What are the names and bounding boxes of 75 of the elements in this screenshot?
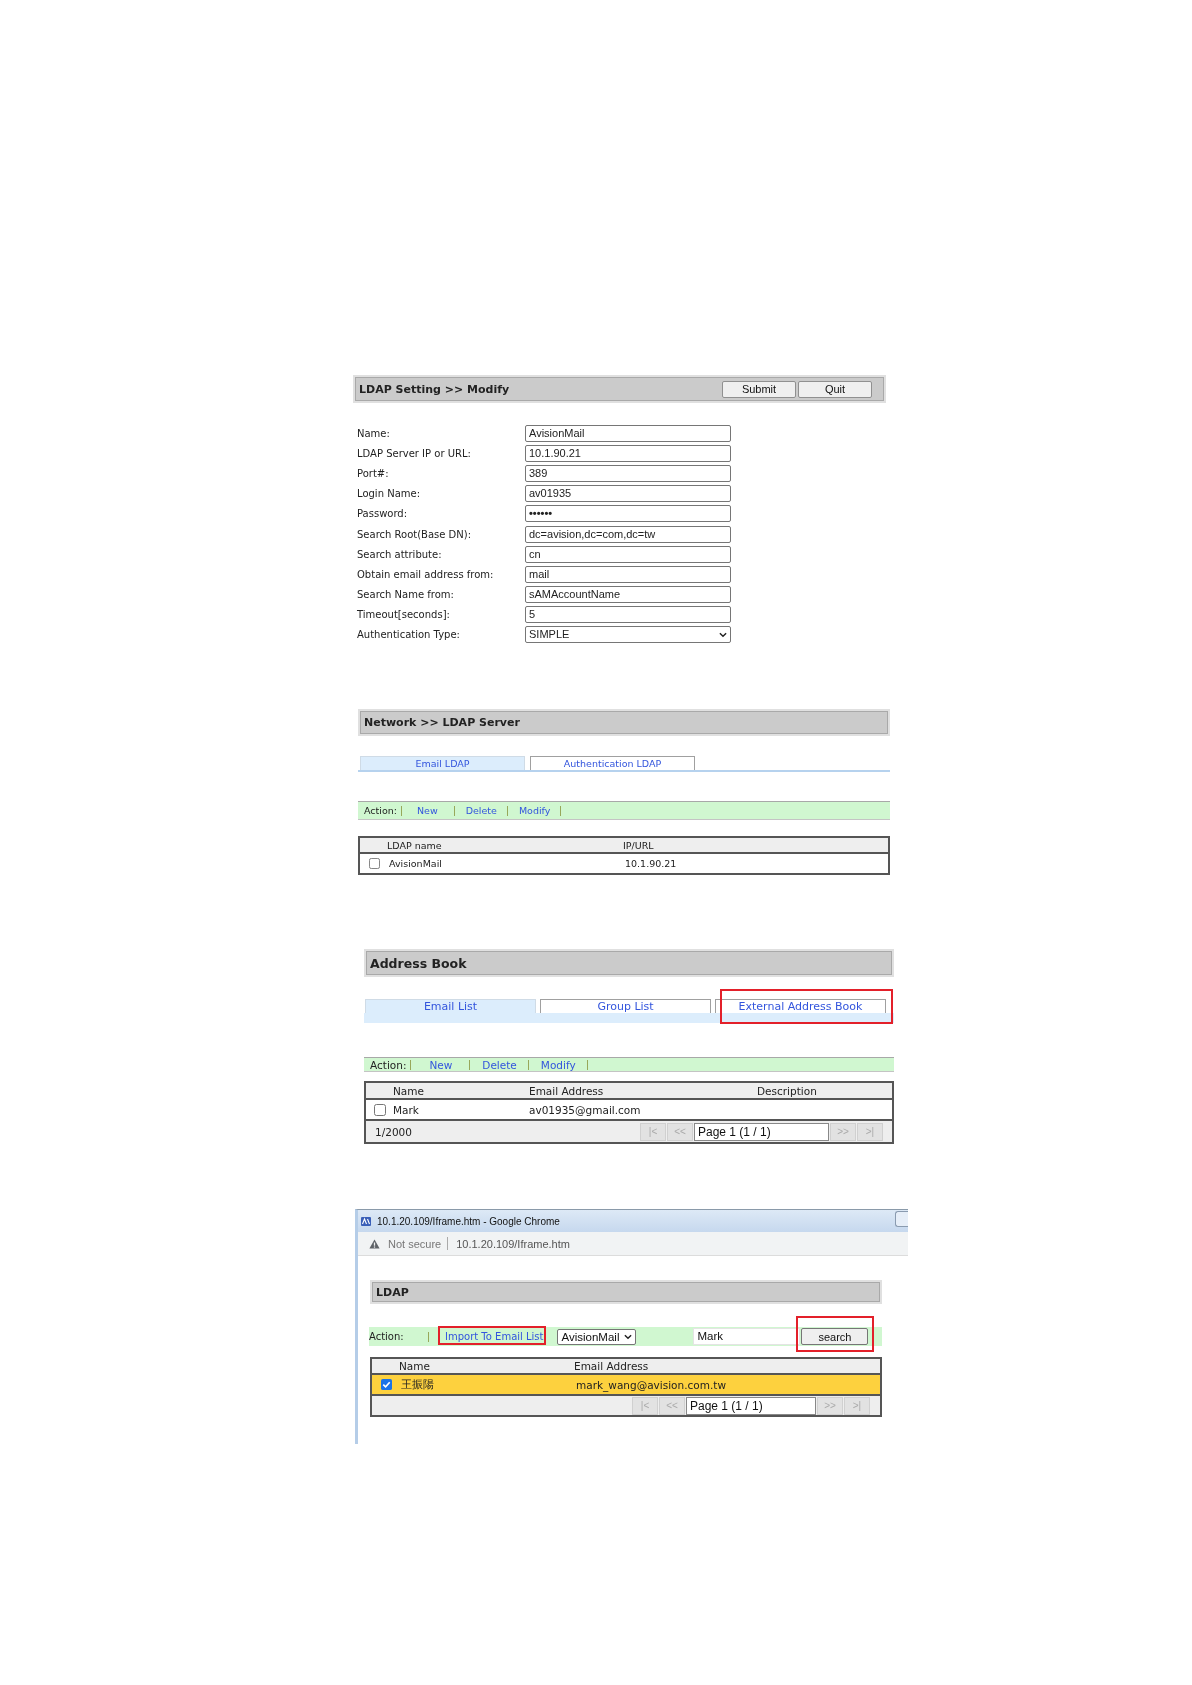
logo-icon [361,1216,371,1226]
tab[interactable]: External Address Book [715,999,886,1014]
text-field[interactable]: cn [525,545,731,563]
text-field[interactable]: 389 [525,464,731,482]
column-header: IP/URL [623,839,655,851]
action-link[interactable]: New [401,805,454,817]
address-bar[interactable]: Not secure 10.1.20.109/Iframe.htm [358,1232,908,1257]
chevron-down-icon [719,631,727,638]
column-header: Description [757,1084,818,1097]
action-label: Action: [370,1058,407,1071]
section-title: Network >> LDAP Server [364,716,520,730]
table-row[interactable]: 王振陽 mark_wang@avision.com.tw [372,1373,880,1395]
search-field[interactable]: Mark [693,1328,801,1346]
table-cell-text: mark_wang@avision.com.tw [575,1378,727,1391]
page-field[interactable]: Page 1 (1 / 1) [686,1396,816,1415]
row-checkbox[interactable] [374,1103,386,1116]
field-label: Password: [357,508,409,520]
action-label: Action: [364,805,397,817]
action-link[interactable]: Modify [528,1058,587,1071]
select-field[interactable]: SIMPLE [525,626,731,644]
column-header: Email Address [529,1084,605,1097]
text-field[interactable]: mail [525,565,731,583]
field-label: Timeout[seconds]: [357,609,451,621]
field-label: Name: [357,427,391,439]
page-field[interactable]: Page 1 (1 / 1) [694,1122,829,1141]
chevron-down-icon [624,1333,633,1340]
text-field[interactable]: dc=avision,dc=com,dc=tw [525,525,731,543]
field-label: Port#: [357,467,390,479]
action-label: Action: [369,1331,405,1343]
field-label: Obtain email address from: [357,568,495,580]
column-header: Name [399,1360,431,1373]
column-header: LDAP name [387,839,443,851]
action-link[interactable]: Delete [454,805,507,817]
field-label: Search Root(Base DN): [357,528,473,540]
table-cell-text: AvisionMail [388,858,443,870]
search-button[interactable]: search [801,1328,869,1346]
text-field[interactable]: 5 [525,606,731,624]
tab[interactable]: Group List [540,999,711,1014]
field-label: Search attribute: [357,548,443,560]
url-text: 10.1.20.109/Iframe.htm [456,1237,570,1250]
field-label: Login Name: [357,488,422,500]
table-cell-text: Mark [393,1103,420,1116]
import-link[interactable]: Import To Email List [445,1331,544,1343]
text-field[interactable]: 10.1.90.21 [525,444,731,462]
tab[interactable]: Authentication LDAP [530,756,695,771]
source-select[interactable]: AvisionMail [557,1328,637,1345]
row-checkbox[interactable] [381,1379,392,1391]
column-header: Name [393,1084,425,1097]
field-label: Search Name from: [357,589,455,601]
password-field[interactable]: •••••• [525,505,731,523]
action-link[interactable]: New [411,1058,470,1071]
section-title: Address Book [370,955,467,971]
header-button[interactable]: Submit [722,380,796,398]
table-cell-text: 王振陽 [400,1377,435,1393]
table-cell-text: 10.1.90.21 [624,858,678,870]
table-cell-text: av01935@gmail.com [529,1103,642,1116]
security-label: Not secure [388,1237,442,1250]
row-checkbox[interactable] [369,858,380,870]
section-title: LDAP Setting >> Modify [359,382,510,396]
text-field[interactable]: av01935 [525,485,731,503]
section-title: LDAP [376,1285,409,1299]
action-link[interactable]: Modify [507,805,561,817]
warning-icon [369,1238,380,1249]
window-control-button[interactable] [895,1211,908,1228]
text-field[interactable]: AvisionMail [525,424,731,442]
field-label: Authentication Type: [357,629,461,641]
header-button[interactable]: Quit [798,380,872,398]
action-link[interactable]: Delete [470,1058,528,1071]
window-title: 10.1.20.109/Iframe.htm - Google Chrome [377,1215,560,1227]
column-header: Email Address [574,1360,650,1373]
tab[interactable]: Email LDAP [360,756,525,771]
record-count: 1/2000 [374,1125,412,1138]
text-field[interactable]: sAMAccountName [525,586,731,604]
tab[interactable]: Email List [365,999,536,1014]
field-label: LDAP Server IP or URL: [357,447,472,459]
